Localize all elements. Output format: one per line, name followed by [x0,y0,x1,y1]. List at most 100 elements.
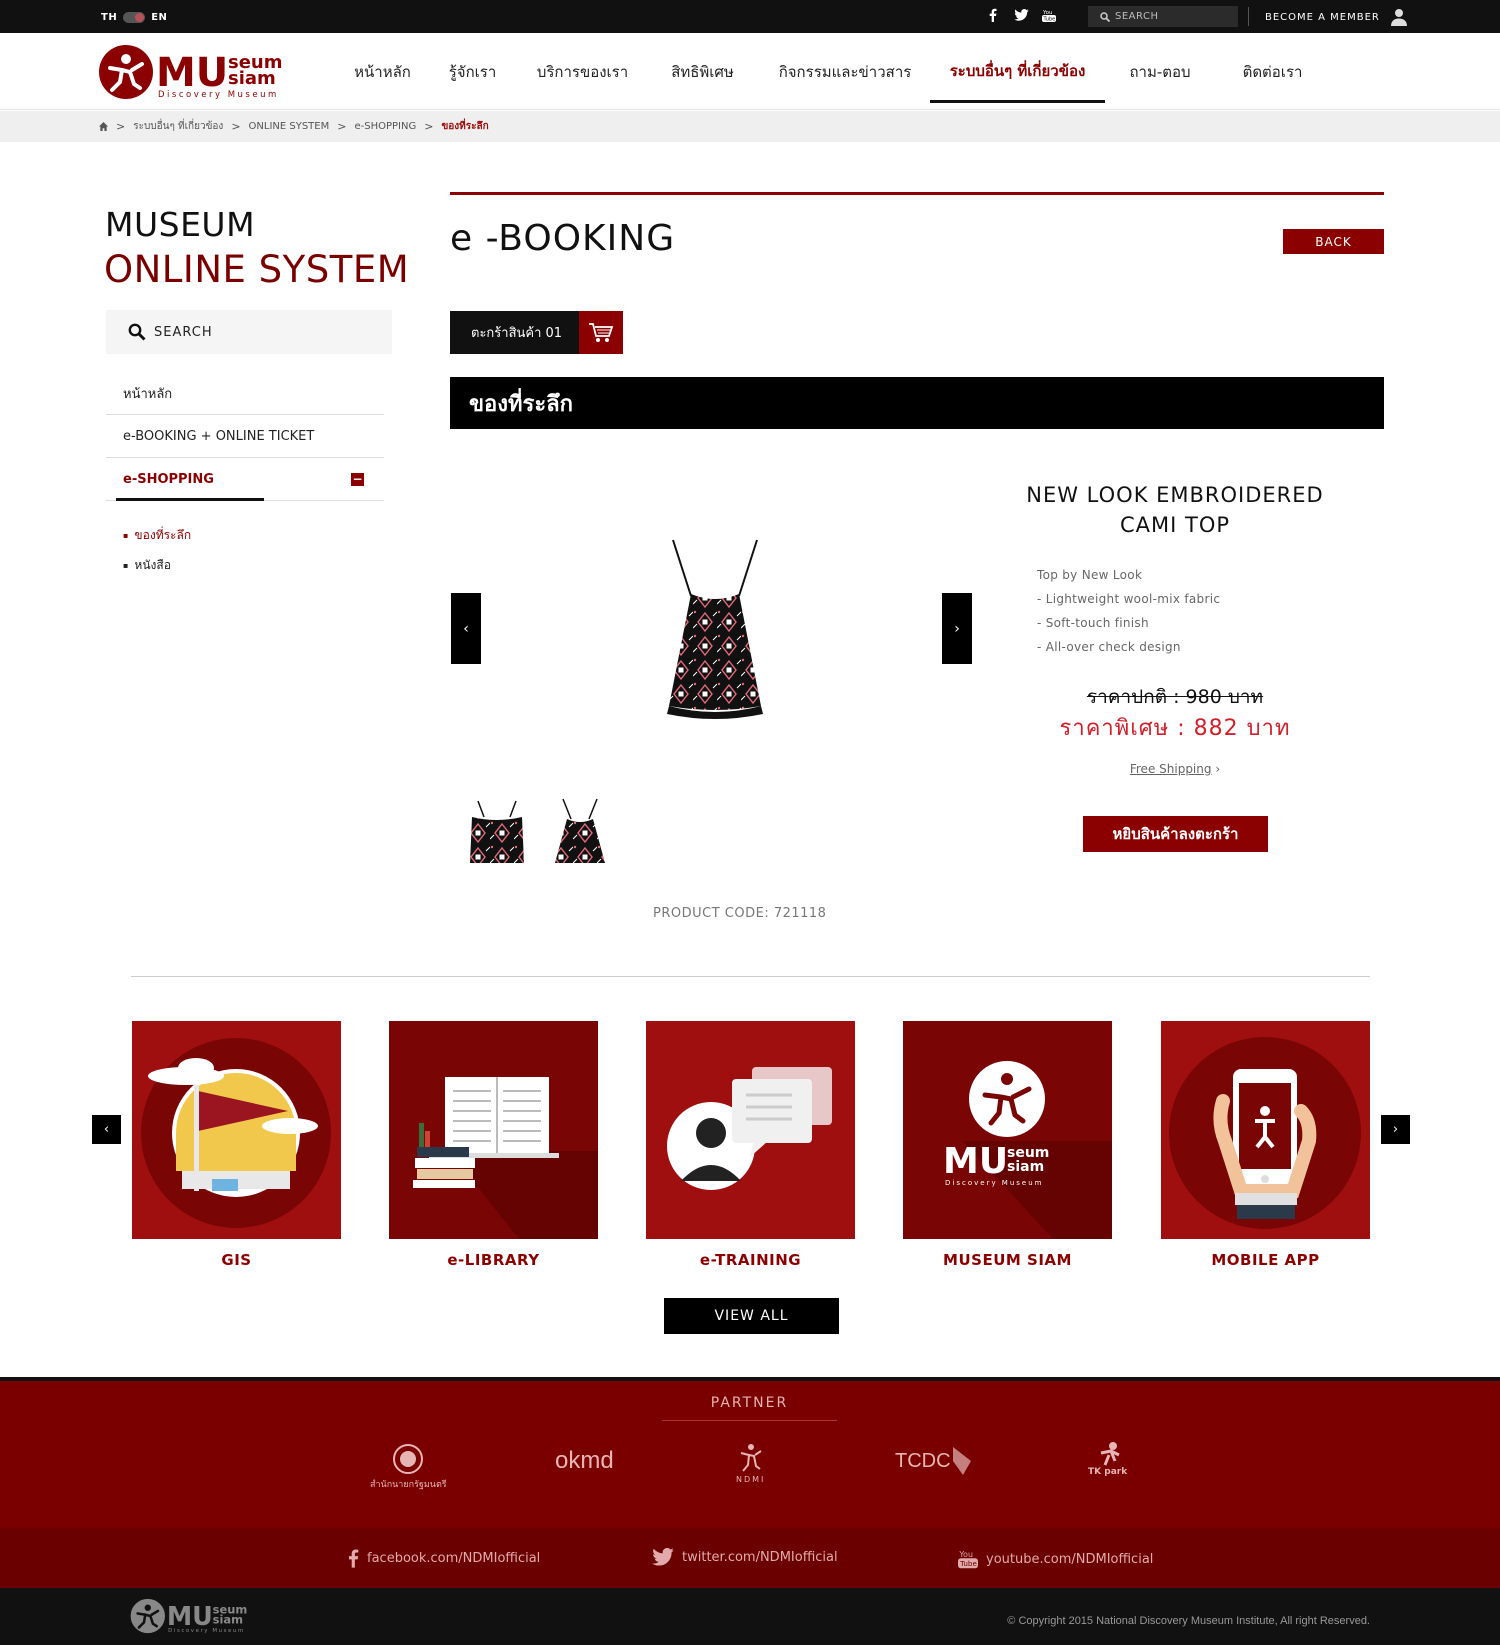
product-thumbnail[interactable] [466,797,528,865]
services-next-button[interactable]: › [1381,1115,1410,1144]
chevron-right-icon: > [231,120,241,133]
chevron-right-icon: > [116,120,126,133]
nav-contact[interactable]: ติดต่อเรา [1215,33,1330,110]
footer-facebook-link[interactable]: facebook.com/NDMIofficial [348,1548,540,1568]
view-all-button[interactable]: VIEW ALL [664,1298,839,1334]
search-icon [128,323,146,341]
service-gis[interactable]: GIS [132,1021,341,1269]
sidebar-submenu: ของที่ระลึก หนังสือ [123,520,191,580]
sidebar-item-home[interactable]: หน้าหลัก [106,372,384,415]
partner-logo[interactable]: สำนักนายกรัฐมนตรี [370,1443,447,1491]
facebook-link-label: facebook.com/NDMIofficial [367,1550,541,1566]
sidebar-search-label: SEARCH [154,324,213,340]
svg-text:Discovery Museum: Discovery Museum [945,1179,1044,1187]
partner-logo[interactable]: TK park [1088,1441,1127,1477]
top-socials: You Tube [985,7,1057,23]
service-museum-siam[interactable]: MU seum siam Discovery Museum MUSEUM SIA… [903,1021,1112,1269]
sidebar-item-label: e-SHOPPING [123,471,214,487]
chevron-right-icon: > [337,120,347,133]
nav-services[interactable]: บริการของเรา [520,33,645,110]
prev-image-button[interactable]: ‹ [451,593,481,664]
description-line: Top by New Look [1037,568,1143,582]
facebook-icon[interactable] [985,7,1001,23]
breadcrumb-item[interactable]: ระบบอื่นๆ ที่เกี่ยวข้อง [133,119,223,134]
nav-about[interactable]: รู้จักเรา [425,33,520,110]
top-search-placeholder: SEARCH [1115,11,1159,22]
museum-siam-logo[interactable]: MU seum siam Discovery Museum [98,44,293,100]
nav-privileges[interactable]: สิทธิพิเศษ [645,33,760,110]
shipping-label: Free Shipping [1129,762,1212,776]
free-shipping-link[interactable]: Free Shipping › [1015,762,1335,776]
submenu-item-books[interactable]: หนังสือ [123,550,191,580]
breadcrumb-current: ของที่ระลึก [441,121,489,132]
product-name: NEW LOOK EMBROIDERED CAMI TOP [1026,483,1324,537]
language-switch[interactable]: TH EN [101,12,167,23]
svg-text:You: You [958,1550,973,1559]
svg-text:MU: MU [943,1141,1008,1182]
chevron-left-icon: ‹ [463,620,469,637]
twitter-icon[interactable] [1013,7,1029,23]
nav-home[interactable]: หน้าหลัก [340,33,425,110]
home-icon[interactable] [99,122,108,131]
sidebar-search-input[interactable]: SEARCH [106,310,392,354]
add-to-cart-button[interactable]: หยิบสินค้าลงตะกร้า [1083,816,1268,852]
twitter-icon [652,1548,674,1566]
breadcrumb-item[interactable]: e-SHOPPING [354,121,416,132]
services-prev-button[interactable]: ‹ [92,1115,121,1144]
footer-twitter-link[interactable]: twitter.com/NDMIofficial [652,1548,838,1566]
product-thumbnail[interactable] [549,797,611,865]
logo-siam: siam [228,68,276,89]
twitter-link-label: twitter.com/NDMIofficial [682,1549,838,1565]
partner-logo[interactable]: okmd [555,1447,614,1475]
copyright-icon: © [1007,1615,1016,1627]
partner-logo[interactable]: NDMI [736,1441,765,1484]
service-elibrary[interactable]: e-LIBRARY [389,1021,598,1269]
next-image-button[interactable]: › [942,593,972,664]
partner-logo[interactable]: TCDC [895,1445,973,1477]
page-title: e -BOOKING [450,218,676,259]
footer-youtube-link[interactable]: You Tube youtube.com/NDMIofficial [958,1548,1153,1570]
nav-other-systems[interactable]: ระบบอื่นๆ ที่เกี่ยวข้อง [930,41,1105,103]
product-code: PRODUCT CODE: 721118 [653,906,827,921]
svg-text:siam: siam [1007,1159,1044,1175]
submenu-item-souvenir[interactable]: ของที่ระลึก [123,520,191,550]
language-toggle[interactable] [123,12,146,23]
svg-text:Discovery Museum: Discovery Museum [168,1628,245,1634]
product-main-image[interactable] [645,538,785,722]
service-label: GIS [221,1251,252,1269]
copyright: © Copyright 2015 National Discovery Muse… [1007,1615,1370,1627]
tcdc-mark-icon [952,1447,971,1475]
become-member-link[interactable]: BECOME A MEMBER [1265,8,1408,26]
breadcrumb-item[interactable]: ONLINE SYSTEM [249,121,330,132]
nav-faq[interactable]: ถาม-ตอบ [1105,33,1215,110]
chevron-right-icon: › [1392,1122,1399,1137]
top-search-input[interactable]: SEARCH [1088,6,1238,27]
sidebar-item-ebooking[interactable]: e-BOOKING + ONLINE TICKET [106,415,384,458]
youtube-icon[interactable]: You Tube [1041,7,1057,23]
main-header: MU seum siam Discovery Museum หน้าหลัก ร… [0,33,1500,110]
sidebar-item-eshopping[interactable]: e-SHOPPING − [106,458,384,501]
nav-activities[interactable]: กิจกรรมและข่าวสาร [760,33,930,110]
chevron-left-icon: ‹ [103,1122,110,1137]
main-nav: หน้าหลัก รู้จักเรา บริการของเรา สิทธิพิเ… [340,33,1330,110]
tkpark-figure-icon [1100,1442,1120,1466]
service-label: e-TRAINING [699,1251,802,1269]
footer-bottom: MU seum siam Discovery Museum © Copyrigh… [0,1588,1500,1645]
service-etraining[interactable]: e-TRAINING [646,1021,855,1269]
footer-logo[interactable]: MU seum siam Discovery Museum [130,1598,254,1638]
sidebar-subtitle: ONLINE SYSTEM [104,248,410,291]
partner-label: TK park [1088,1467,1128,1477]
chevron-right-icon: › [1215,762,1221,776]
user-icon [1390,9,1407,26]
service-label: MOBILE APP [1211,1251,1320,1269]
product-description: Top by New Look - Lightweight wool-mix f… [1037,563,1220,659]
cart-button[interactable]: ตะกร้าสินค้า 01 [450,311,623,354]
lang-en[interactable]: EN [151,12,167,23]
service-mobile-app[interactable]: MOBILE APP [1161,1021,1370,1269]
title-divider [450,192,1384,195]
collapse-icon[interactable]: − [351,473,364,486]
svg-text:siam: siam [213,1613,243,1627]
lang-th[interactable]: TH [101,12,117,23]
back-button[interactable]: BACK [1283,229,1384,254]
book-icon [389,1021,598,1239]
